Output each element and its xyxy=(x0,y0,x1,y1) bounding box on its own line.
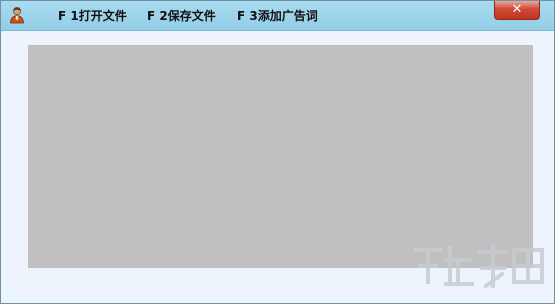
close-button[interactable]: ✕ xyxy=(494,1,540,20)
watermark-logo xyxy=(414,244,544,289)
menu-open-file[interactable]: F 1打开文件 xyxy=(58,1,127,30)
user-figure-icon[interactable] xyxy=(8,6,26,24)
close-icon: ✕ xyxy=(511,2,523,17)
title-bar: F 1打开文件 F 2保存文件 F 3添加广告词 ✕ xyxy=(1,1,554,31)
menu-add-ad-word[interactable]: F 3添加广告词 xyxy=(237,1,318,30)
content-panel[interactable] xyxy=(28,45,533,268)
menu-save-file[interactable]: F 2保存文件 xyxy=(147,1,216,30)
